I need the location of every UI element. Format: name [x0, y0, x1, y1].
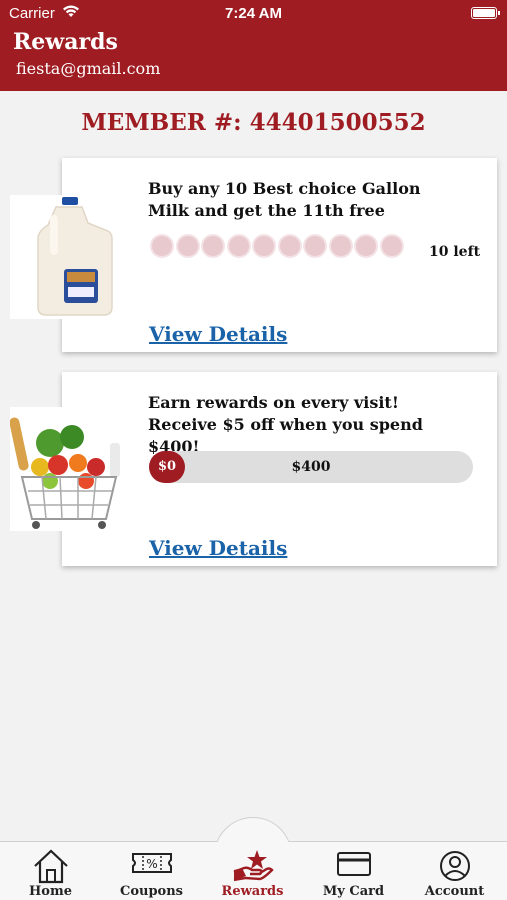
member-value: 44401500552 [249, 109, 426, 136]
tab-home[interactable]: Home [0, 842, 101, 900]
tab-label: Rewards [221, 884, 284, 899]
account-icon [439, 851, 470, 881]
user-email: fiesta@gmail.com [16, 59, 161, 78]
tab-account[interactable]: Account [404, 842, 505, 900]
tab-label: Account [424, 884, 485, 899]
member-label: MEMBER #: [81, 109, 242, 136]
grocery-basket-image [9, 407, 122, 531]
progress-start-label: $0 [149, 451, 185, 483]
punch-circle [150, 234, 174, 258]
reward-description: Buy any 10 Best choice Gallon Milk and g… [148, 179, 421, 220]
coupon-icon: % [131, 853, 172, 873]
card-icon [336, 852, 371, 876]
punch-circle [252, 234, 276, 258]
tab-coupons[interactable]: % Coupons [101, 842, 202, 900]
punch-circle [303, 234, 327, 258]
tab-label: Home [29, 884, 72, 899]
reward-card-spend[interactable]: Earn rewards on every visit! Receive $5 … [62, 372, 497, 566]
punch-circle [277, 234, 302, 258]
tab-label: My Card [322, 884, 385, 899]
punch-circle [226, 234, 251, 258]
view-details-link[interactable]: View Details [149, 322, 287, 346]
progress-end-label: $400 [291, 459, 331, 475]
punch-circle [175, 234, 200, 258]
app-header: Carrier 7:24 AM Rewards fiesta@gmail.com [0, 0, 507, 91]
reward-description: Earn rewards on every visit! Receive $5 … [148, 393, 423, 456]
punch-circle [354, 234, 378, 258]
home-icon [33, 849, 68, 884]
rewards-hand-star-icon [233, 850, 274, 882]
punch-circle [201, 234, 225, 258]
punches-left: 10 left [429, 244, 481, 260]
battery-icon [471, 7, 500, 19]
punch-circle [379, 234, 404, 258]
tab-rewards[interactable]: Rewards [202, 842, 303, 900]
clock: 7:24 AM [225, 5, 282, 22]
punch-circle [328, 234, 353, 258]
tab-my-card[interactable]: My Card [303, 842, 404, 900]
milk-gallon-image [10, 195, 122, 319]
spend-progress-bar: $400 $0 [149, 451, 473, 483]
member-number: MEMBER #: 44401500552 [0, 109, 507, 136]
tab-label: Coupons [119, 884, 183, 899]
view-details-link[interactable]: View Details [149, 536, 287, 560]
status-bar: Carrier 7:24 AM [0, 0, 507, 28]
page-title: Rewards [13, 29, 118, 55]
svg-text:%: % [146, 857, 157, 871]
reward-card-milk[interactable]: Buy any 10 Best choice Gallon Milk and g… [62, 158, 497, 352]
